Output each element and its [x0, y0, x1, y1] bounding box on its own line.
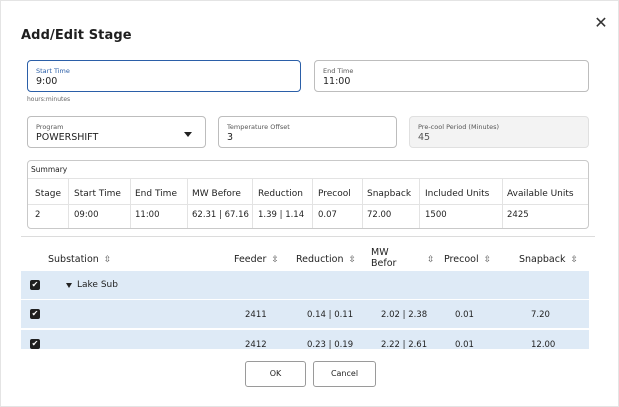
summary-column-separator: [252, 178, 253, 228]
summary-header-stage: Stage: [35, 189, 62, 199]
column-header-snapback-label: Snapback: [519, 254, 566, 265]
cell-reduction: 0.14 | 0.11: [307, 310, 354, 320]
summary-panel: Summary Stage Start Time End Time MW Bef…: [27, 160, 589, 229]
column-header-substation[interactable]: Substation ⇳: [48, 254, 111, 265]
cancel-button[interactable]: Cancel: [313, 361, 376, 387]
cell-snapback: 12.00: [531, 340, 556, 350]
column-header-substation-label: Substation: [48, 254, 99, 265]
ok-button[interactable]: OK: [245, 361, 306, 387]
substation-name: Lake Sub: [77, 280, 118, 290]
summary-header-end-time: End Time: [135, 189, 177, 199]
column-header-precool[interactable]: Precool ⇳: [444, 254, 491, 265]
program-value: POWERSHIFT: [36, 132, 99, 143]
close-icon[interactable]: ✕: [594, 15, 608, 31]
temperature-offset-value: 3: [227, 132, 234, 143]
summary-value-precool: 0.07: [318, 210, 337, 220]
start-time-value: 9:00: [36, 76, 58, 87]
column-header-feeder[interactable]: Feeder ⇳: [234, 254, 279, 265]
summary-value-available-units: 2425: [507, 210, 529, 220]
summary-column-separator: [362, 178, 363, 228]
table-row[interactable]: ✔ 2411 0.14 | 0.11 2.02 | 2.38 0.01 7.20: [21, 300, 589, 329]
summary-value-reduction: 1.39 | 1.14: [258, 210, 305, 220]
sort-icon: ⇳: [427, 255, 435, 265]
summary-column-separator: [130, 178, 131, 228]
cell-mw-before: 2.22 | 2.61: [381, 340, 428, 350]
row-checkbox[interactable]: ✔: [30, 339, 40, 349]
summary-header-included-units: Included Units: [425, 189, 490, 199]
chevron-down-icon: [184, 132, 192, 137]
precool-period-field: Pre-cool Period (Minutes) 45: [409, 116, 589, 148]
cell-precool: 0.01: [455, 310, 474, 320]
temperature-offset-field[interactable]: Temperature Offset 3: [218, 116, 397, 148]
column-header-precool-label: Precool: [444, 254, 479, 265]
summary-header-precool: Precool: [318, 189, 351, 199]
start-time-field[interactable]: Start Time 9:00: [27, 60, 301, 92]
cell-feeder: 2411: [245, 310, 267, 320]
column-header-reduction[interactable]: Reduction ⇳: [296, 254, 356, 265]
sort-icon: ⇳: [103, 255, 112, 265]
sort-icon: ⇳: [570, 255, 579, 265]
summary-column-separator: [419, 178, 420, 228]
row-checkbox[interactable]: ✔: [30, 280, 40, 290]
summary-header-available-units: Available Units: [507, 189, 574, 199]
summary-header-snapback: Snapback: [367, 189, 412, 199]
table-row-group[interactable]: ✔ Lake Sub: [21, 271, 589, 300]
summary-column-separator: [187, 178, 188, 228]
cell-mw-before: 2.02 | 2.38: [381, 310, 428, 320]
add-edit-stage-dialog: ✕ Add/Edit Stage Start Time 9:00 hours:m…: [0, 0, 619, 407]
row-checkbox[interactable]: ✔: [30, 309, 40, 319]
summary-value-mw-before: 62.31 | 67.16: [192, 210, 249, 220]
cell-feeder: 2412: [245, 340, 267, 350]
summary-column-separator: [502, 178, 503, 228]
column-header-snapback[interactable]: Snapback ⇳: [519, 254, 578, 265]
expand-caret-icon[interactable]: [66, 283, 72, 288]
column-header-mw-before-line1: MW Befor: [371, 247, 397, 269]
sort-icon: ⇳: [271, 255, 279, 265]
summary-value-included-units: 1500: [425, 210, 447, 220]
summary-header-reduction: Reduction: [258, 189, 303, 199]
summary-header-start-time: Start Time: [74, 189, 121, 199]
start-time-hint: hours:minutes: [27, 96, 71, 103]
dialog-title: Add/Edit Stage: [21, 28, 132, 43]
summary-caption: Summary: [31, 165, 68, 174]
section-divider: [21, 236, 595, 237]
mw-before-sort-icon[interactable]: ⇳: [427, 254, 435, 265]
table-row[interactable]: ✔ 2412 0.23 | 0.19 2.22 | 2.61 0.01 12.0…: [21, 330, 589, 350]
sort-icon: ⇳: [348, 255, 357, 265]
start-time-label: Start Time: [36, 67, 70, 75]
precool-period-value: 45: [418, 132, 431, 143]
summary-value-end-time: 11:00: [135, 210, 160, 220]
summary-value-start-time: 09:00: [74, 210, 99, 220]
summary-divider: [28, 178, 588, 179]
summary-row-divider: [28, 204, 588, 205]
cell-snapback: 7.20: [531, 310, 550, 320]
summary-column-separator: [312, 178, 313, 228]
summary-value-snapback: 72.00: [367, 210, 392, 220]
cell-reduction: 0.23 | 0.19: [307, 340, 354, 350]
column-header-reduction-label: Reduction: [296, 254, 344, 265]
temperature-offset-label: Temperature Offset: [227, 123, 290, 131]
end-time-value: 11:00: [323, 76, 351, 87]
program-select[interactable]: Program POWERSHIFT: [27, 116, 206, 148]
end-time-label: End Time: [323, 67, 354, 75]
end-time-field[interactable]: End Time 11:00: [314, 60, 589, 92]
summary-value-stage: 2: [35, 210, 41, 220]
sort-icon: ⇳: [483, 255, 492, 265]
cell-precool: 0.01: [455, 340, 474, 350]
summary-header-mw-before: MW Before: [192, 189, 241, 199]
column-header-feeder-label: Feeder: [234, 254, 267, 265]
program-label: Program: [36, 123, 64, 131]
summary-column-separator: [68, 178, 69, 228]
precool-period-label: Pre-cool Period (Minutes): [418, 123, 500, 131]
